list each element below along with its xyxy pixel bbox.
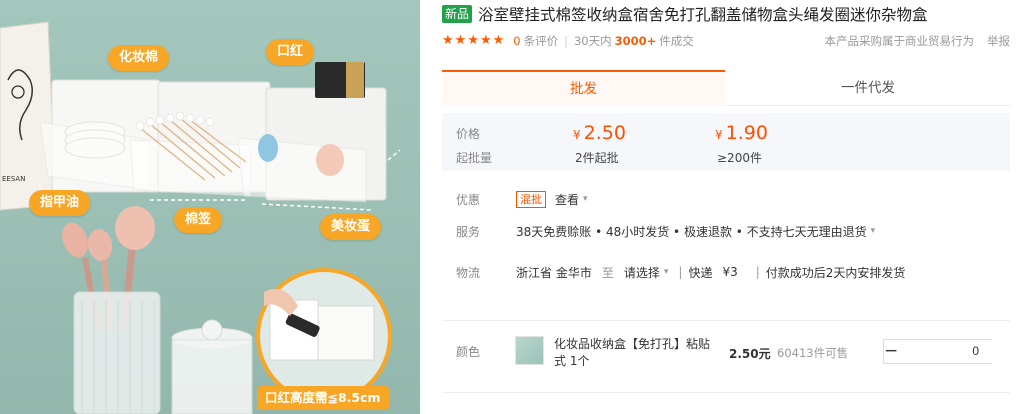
price-label: 价格 [456, 127, 481, 141]
promo-row: 优惠 混批 查看 ▾ [456, 190, 588, 208]
logistics-row: 物流 浙江省 金华市 至 请选择 ▾ | 快递 ¥3 | 付款成功后2天内安排发… [456, 263, 905, 281]
promo-label: 优惠 [456, 192, 481, 207]
divider-bar: | [755, 265, 760, 279]
service-text: 38天免费赊账 • 48小时发货 • 极速退款 • 不支持七天无理由退货 [516, 224, 867, 239]
sold-count: 3000+ [614, 34, 657, 48]
ship-to: 至 [601, 265, 614, 280]
tab-dropship[interactable]: 一件代发 [726, 70, 1010, 106]
mixed-batch-badge: 混批 [516, 190, 546, 208]
section-divider [442, 392, 1010, 393]
service-row: 服务 38天免费赊账 • 48小时发货 • 极速退款 • 不支持七天无理由退货 … [456, 222, 875, 240]
currency-symbol: ¥ [573, 128, 581, 142]
tag-cotton-swab: 棉签 [174, 207, 223, 233]
price-value: 1.90 [725, 122, 768, 144]
sku-thumbnail[interactable] [515, 336, 544, 365]
destination-select[interactable]: 请选择 [624, 264, 660, 281]
star-icon: ★ [492, 33, 505, 48]
quantity-stepper: − + [883, 339, 1024, 364]
chevron-down-icon[interactable]: ▾ [664, 267, 669, 277]
divider-bar: | [564, 34, 568, 48]
shipping-fee: ¥3 [722, 265, 738, 279]
procurement-note: 本产品采购属于商业贸易行为 [824, 34, 975, 48]
divider-bar: | [678, 265, 683, 279]
purchase-mode-tabs: 批发 一件代发 [442, 70, 1010, 106]
moq-tier-2: ≥200件 [717, 151, 762, 165]
quantity-input[interactable] [898, 340, 1024, 363]
product-photo[interactable]: 化妆棉 口红 指甲油 棉签 美妆蛋 EESAN 口红高度需≦8.5cm [0, 0, 420, 414]
sku-stock: 60413件可售 [777, 346, 849, 360]
moq-tier-1: 2件起批 [575, 151, 619, 165]
title-row: 新品 浴室壁挂式棉签收纳盒宿舍免打孔翻盖储物盒头绳发圈迷你杂物盒 [442, 4, 928, 24]
logistics-label: 物流 [456, 265, 481, 280]
service-label: 服务 [456, 224, 481, 239]
moq-label: 起批量 [456, 151, 493, 165]
chevron-down-icon[interactable]: ▾ [871, 226, 876, 236]
chevron-down-icon[interactable]: ▾ [583, 194, 588, 204]
sold-prefix: 30天内 [573, 34, 612, 48]
product-title: 浴室壁挂式棉签收纳盒宿舍免打孔翻盖储物盒头绳发圈迷你杂物盒 [478, 6, 928, 24]
wall-card-text: EESAN [2, 175, 26, 183]
sku-price: 2.50元 [729, 347, 771, 361]
new-badge: 新品 [442, 5, 473, 23]
sku-name: 化妆品收纳盒【免打孔】粘贴式 1个 [554, 337, 711, 368]
tab-wholesale[interactable]: 批发 [442, 70, 725, 106]
price-tier-1: ¥2.50 [573, 122, 626, 144]
price-tier-2: ¥1.90 [715, 122, 768, 144]
express-label: 快递 [688, 265, 713, 280]
tag-beauty-egg: 美妆蛋 [320, 214, 382, 240]
color-label: 颜色 [456, 345, 481, 359]
star-icon: ★ [479, 33, 492, 48]
price-box: 价格 起批量 ¥2.50 2件起批 ¥1.90 ≥200件 [442, 113, 1010, 171]
star-icon: ★ [454, 33, 467, 48]
star-icon: ★ [467, 33, 479, 48]
lipstick-height-caption: 口红高度需≦8.5cm [257, 386, 389, 410]
rating-stars: ★ ★ ★ ★ ★ [442, 34, 505, 48]
ship-origin: 浙江省 金华市 [516, 265, 592, 280]
tag-makeup-cotton: 化妆棉 [108, 45, 170, 71]
tag-lipstick: 口红 [266, 39, 315, 65]
star-icon: ★ [442, 33, 454, 48]
price-value: 2.50 [583, 122, 626, 144]
sku-row: 颜色 化妆品收纳盒【免打孔】粘贴式 1个 2.50元 60413件可售 − + [442, 320, 1024, 380]
sold-suffix: 件成交 [659, 34, 694, 48]
decrement-button[interactable]: − [884, 340, 898, 363]
currency-symbol: ¥ [715, 128, 723, 142]
review-suffix: 条评价 [523, 34, 559, 48]
dispatch-note: 付款成功后2天内安排发货 [765, 265, 906, 280]
product-info: 新品 浴室壁挂式棉签收纳盒宿舍免打孔翻盖储物盒头绳发圈迷你杂物盒 ★ ★ ★ ★… [442, 0, 1024, 414]
tag-nail-polish: 指甲油 [29, 190, 91, 216]
promo-view-link[interactable]: 查看 [555, 191, 579, 208]
report-link[interactable]: 举报 [987, 33, 1010, 49]
review-count[interactable]: 0 [513, 34, 520, 48]
rating-row: ★ ★ ★ ★ ★ 0 条评价 | 30天内 3000+ 件成交 本产品采购属于… [442, 33, 1024, 49]
